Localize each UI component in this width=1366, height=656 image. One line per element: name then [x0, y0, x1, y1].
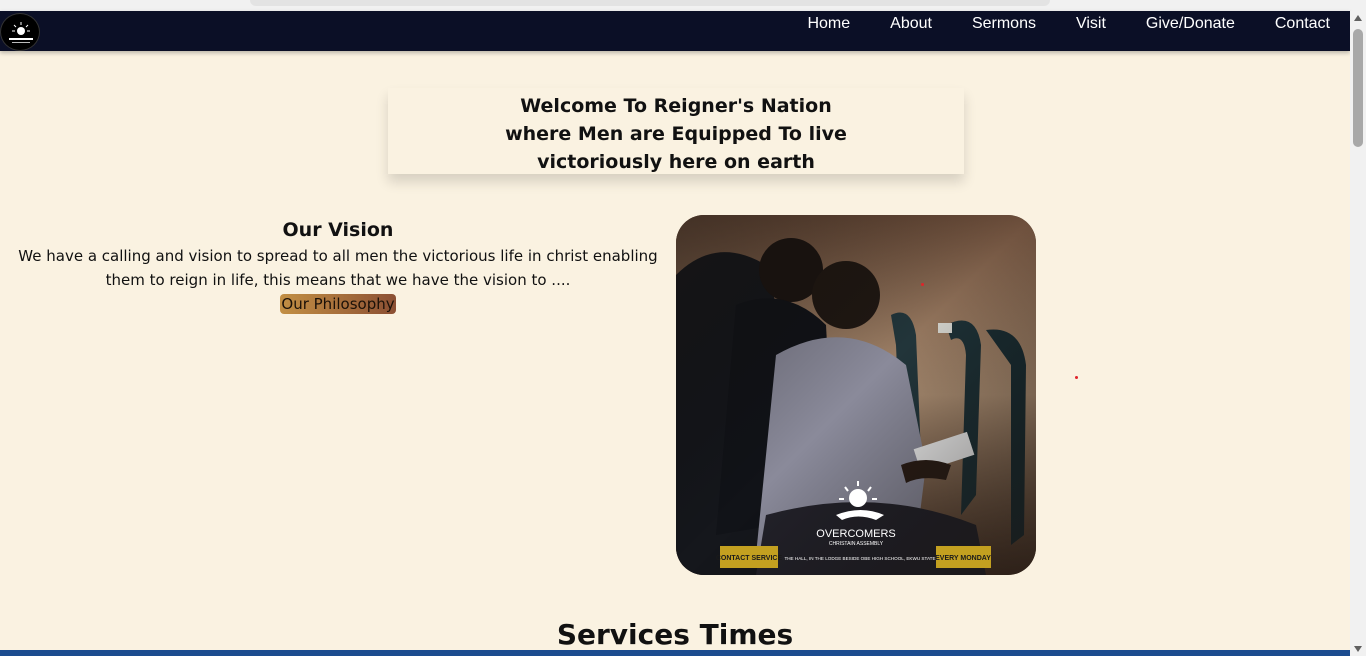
nav-sermons-link[interactable]: Sermons	[972, 11, 1036, 37]
scroll-up-arrow-icon[interactable]	[1354, 15, 1362, 21]
church-logo-icon[interactable]	[0, 13, 40, 51]
vision-section: Our Vision We have a calling and vision …	[0, 216, 676, 314]
photo-banner-right: EVERY MONDAY	[935, 555, 991, 562]
photo-brand: OVERCOMERS	[816, 528, 895, 540]
nav-home-link[interactable]: Home	[807, 11, 850, 37]
vision-title: Our Vision	[282, 219, 394, 241]
red-dot	[1075, 376, 1078, 379]
photo-banner-left: CONTACT SERVICE	[716, 555, 783, 562]
nav-visit-link[interactable]: Visit	[1076, 11, 1106, 37]
services-times-title: Services Times	[556, 618, 794, 651]
scroll-thumb[interactable]	[1353, 29, 1363, 147]
worship-photo-illustration: OVERCOMERS CHRISTAIN ASSEMBLY CONTACT SE…	[676, 215, 1036, 575]
nav-give-donate-link[interactable]: Give/Donate	[1146, 11, 1235, 37]
navbar: Home About Sermons Visit Give/Donate Con…	[0, 11, 1350, 51]
nav-about-link[interactable]: About	[890, 11, 932, 37]
red-dot	[921, 283, 924, 286]
nav-links: Home About Sermons Visit Give/Donate Con…	[787, 11, 1350, 37]
page-scrollbar[interactable]	[1350, 11, 1366, 656]
browser-pill	[250, 0, 1050, 6]
welcome-card: Welcome To Reigner's Nation where Men ar…	[388, 88, 964, 174]
bottom-bar	[0, 650, 1350, 656]
photo-brand-sub: CHRISTAIN ASSEMBLY	[829, 541, 884, 547]
photo-banner-mid: THE HALL, IN THE LODGE BESIDE OBE HIGH S…	[784, 556, 935, 561]
worship-photo: OVERCOMERS CHRISTAIN ASSEMBLY CONTACT SE…	[676, 215, 1036, 575]
nav-contact-link[interactable]: Contact	[1275, 11, 1330, 37]
vision-text: We have a calling and vision to spread t…	[18, 247, 658, 289]
browser-top-strip	[0, 0, 1366, 11]
welcome-heading: Welcome To Reigner's Nation where Men ar…	[505, 95, 847, 173]
scroll-down-arrow-icon[interactable]	[1354, 646, 1362, 652]
our-philosophy-button[interactable]: Our Philosophy	[280, 294, 396, 314]
